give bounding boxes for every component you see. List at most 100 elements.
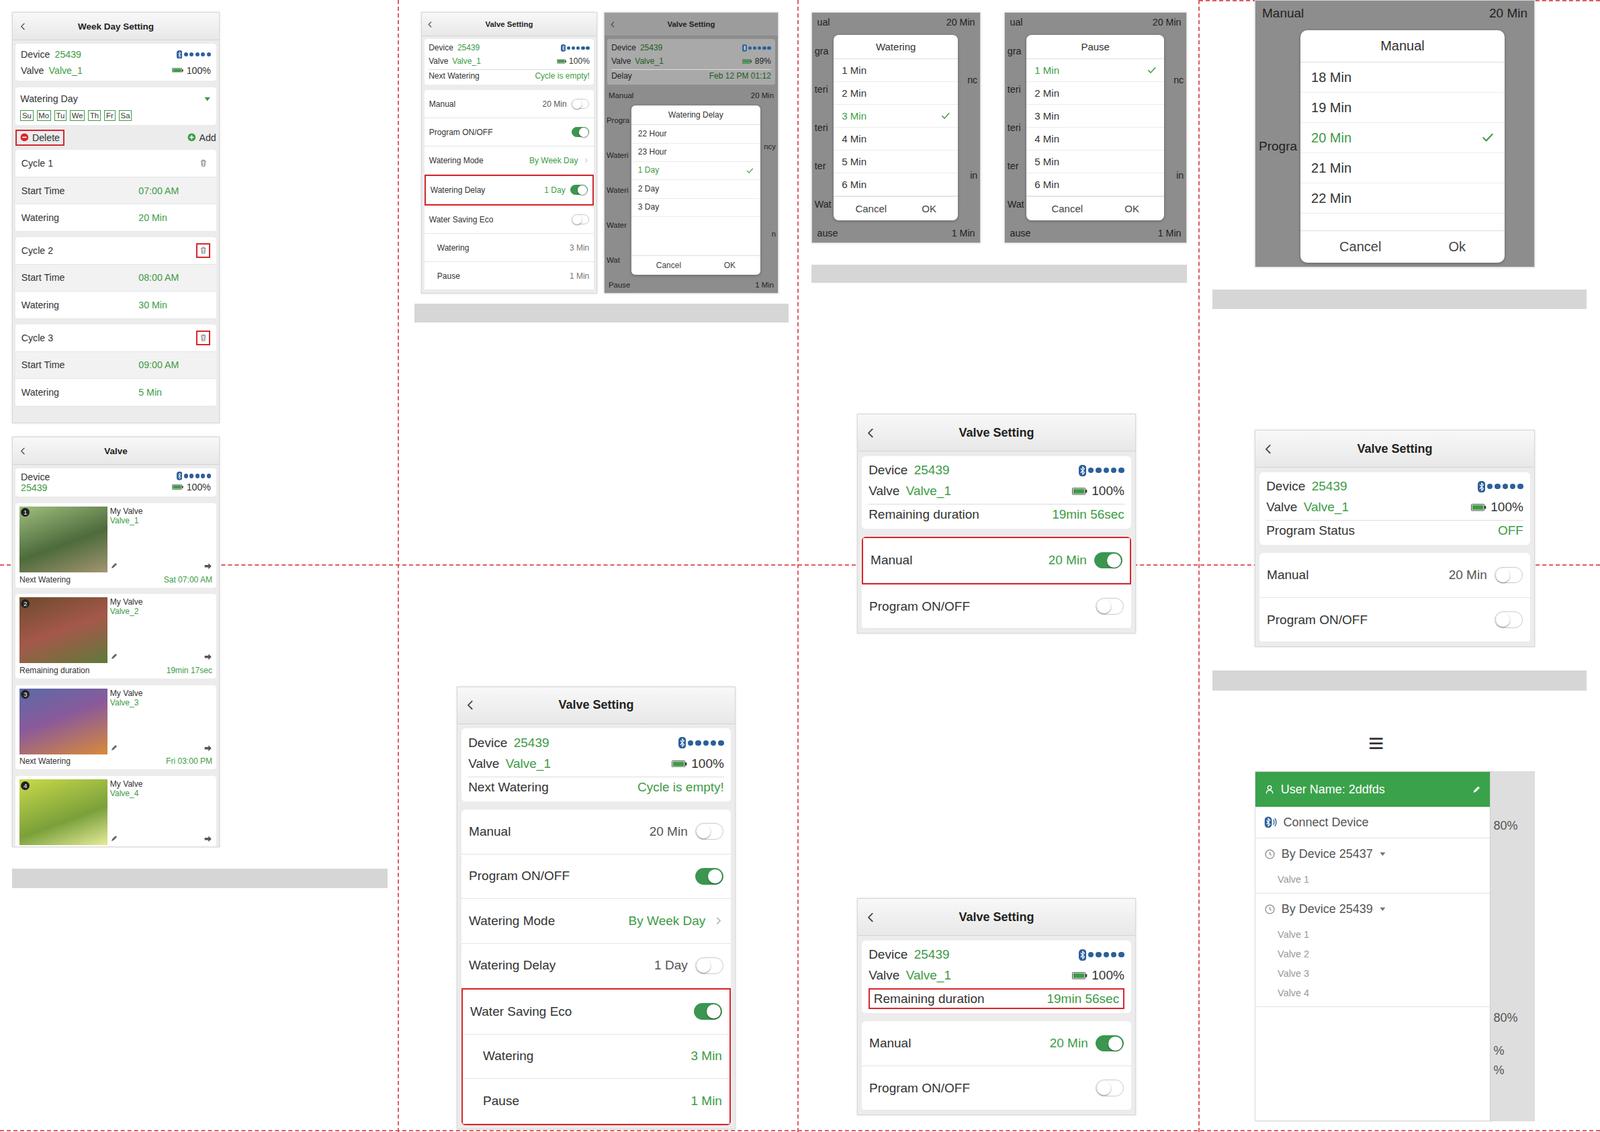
toggle-switch[interactable]: [1494, 566, 1523, 584]
day-button[interactable]: Tu: [54, 110, 67, 121]
valve-menu-item[interactable]: Valve 1: [1255, 924, 1490, 945]
toggle-switch[interactable]: [1095, 597, 1124, 615]
day-button[interactable]: We: [69, 110, 85, 121]
expand-icon[interactable]: [1379, 905, 1387, 913]
cycle-row[interactable]: Start Time08:00 AM: [15, 264, 217, 292]
back-icon[interactable]: [18, 446, 28, 456]
trash-button[interactable]: [196, 243, 211, 258]
picker-option[interactable]: 21 Min: [1300, 153, 1505, 184]
picker-option[interactable]: 22 Min: [1300, 183, 1505, 214]
toggle-switch[interactable]: [1095, 1035, 1124, 1052]
valve-menu-item[interactable]: Valve 1: [1255, 869, 1490, 890]
back-icon[interactable]: [1262, 443, 1275, 455]
toggle-switch[interactable]: [695, 867, 724, 885]
toggle-switch[interactable]: [571, 98, 590, 110]
picker-option[interactable]: 19 Min: [1300, 92, 1505, 123]
picker-option[interactable]: 5 Min: [1026, 150, 1165, 174]
picker-option[interactable]: 2 Min: [1026, 81, 1165, 105]
valve-menu-item[interactable]: Valve 3: [1255, 963, 1490, 984]
picker-option[interactable]: 23 Hour: [631, 143, 760, 162]
valve-card[interactable]: 1My ValveValve_1Next WateringSat 07:00 A…: [15, 503, 217, 588]
toggle-switch[interactable]: [695, 822, 724, 840]
valve-card[interactable]: 4My ValveValve_4: [15, 775, 217, 848]
popup-button[interactable]: OK: [1124, 202, 1140, 215]
setting-row[interactable]: Program ON/OFF: [1259, 597, 1531, 643]
dropdown-icon[interactable]: [203, 95, 211, 103]
picker-option[interactable]: 1 Day: [631, 161, 760, 181]
menu-icon[interactable]: ≡: [1368, 729, 1384, 757]
setting-row[interactable]: Manual20 Min: [861, 1020, 1132, 1066]
connect-device-item[interactable]: Connect Device: [1255, 806, 1490, 839]
picker-option[interactable]: 6 Min: [833, 173, 958, 197]
toggle-switch[interactable]: [1094, 552, 1123, 569]
cycle-row[interactable]: Watering30 Min: [15, 291, 217, 319]
toggle-switch[interactable]: [1095, 1079, 1124, 1097]
toggle-switch[interactable]: [571, 126, 590, 138]
day-button[interactable]: Mo: [36, 110, 52, 121]
picker-option[interactable]: 4 Min: [833, 127, 958, 151]
back-icon[interactable]: [464, 699, 477, 711]
cycle-row[interactable]: Watering20 Min: [15, 204, 217, 232]
picker-option[interactable]: 20 Min: [1300, 122, 1505, 154]
setting-row[interactable]: Manual20 Min: [461, 809, 732, 855]
day-button[interactable]: Fr: [104, 110, 116, 121]
setting-row[interactable]: Program ON/OFF: [461, 854, 732, 900]
toggle-switch[interactable]: [571, 214, 590, 226]
day-button[interactable]: Th: [87, 110, 101, 121]
valve-menu-item[interactable]: Valve 4: [1255, 983, 1490, 1003]
arrow-right-icon[interactable]: [203, 652, 213, 661]
popup-button[interactable]: Cancel: [855, 202, 887, 215]
picker-option[interactable]: 5 Min: [833, 150, 958, 174]
popup-button[interactable]: Cancel: [1339, 239, 1382, 255]
expand-icon[interactable]: [1379, 850, 1387, 858]
setting-row[interactable]: Manual20 Min: [1259, 552, 1531, 598]
picker-option[interactable]: 1 Min: [833, 59, 958, 82]
pencil-icon[interactable]: [110, 652, 119, 661]
picker-option[interactable]: 2 Min: [833, 81, 958, 105]
picker-option[interactable]: 3 Min: [833, 104, 958, 128]
picker-option[interactable]: 1 Min: [1026, 59, 1165, 82]
pencil-icon[interactable]: [110, 834, 119, 843]
delete-button[interactable]: Delete: [15, 129, 65, 146]
setting-row[interactable]: Water Saving Eco: [424, 205, 595, 234]
add-button[interactable]: Add: [187, 132, 216, 144]
picker-option[interactable]: 2 Day: [631, 180, 760, 199]
setting-row[interactable]: Watering ModeBy Week Day: [424, 146, 595, 175]
popup-button[interactable]: Cancel: [656, 260, 682, 271]
setting-row[interactable]: Program ON/OFF: [861, 584, 1132, 630]
picker-option[interactable]: 3 Day: [631, 198, 760, 217]
toggle-switch[interactable]: [570, 184, 588, 196]
picker-option[interactable]: 3 Min: [1026, 104, 1165, 128]
watering-day-header[interactable]: Watering Day: [20, 91, 211, 107]
device-group-header[interactable]: By Device 25437: [1255, 838, 1490, 870]
picker-option[interactable]: 6 Min: [1026, 173, 1165, 197]
cycle-row[interactable]: Start Time07:00 AM: [15, 177, 217, 205]
setting-row[interactable]: Watering Delay1 Day: [461, 943, 732, 989]
setting-row[interactable]: Watering ModeBy Week Day: [461, 898, 732, 944]
setting-row[interactable]: Program ON/OFF: [861, 1065, 1132, 1111]
setting-row[interactable]: Manual20 Min: [424, 90, 595, 119]
day-button[interactable]: Sa: [118, 110, 132, 121]
pencil-icon[interactable]: [110, 561, 119, 570]
trash-button[interactable]: [196, 330, 211, 346]
arrow-right-icon[interactable]: [203, 743, 213, 753]
back-icon[interactable]: [426, 20, 434, 29]
arrow-right-icon[interactable]: [203, 834, 213, 843]
arrow-right-icon[interactable]: [203, 561, 213, 571]
trash-button[interactable]: [196, 155, 211, 171]
chevron-right-icon[interactable]: [713, 915, 724, 926]
back-icon[interactable]: [865, 427, 877, 439]
cycle-row[interactable]: Start Time09:00 AM: [15, 351, 217, 379]
valve-card[interactable]: 2My ValveValve_2Remaining duration19min …: [15, 593, 217, 679]
back-icon[interactable]: [18, 22, 28, 31]
back-icon[interactable]: [865, 911, 877, 923]
toggle-switch[interactable]: [693, 1002, 723, 1020]
pencil-icon[interactable]: [110, 743, 119, 752]
setting-row[interactable]: Water Saving Eco: [462, 989, 731, 1035]
toggle-switch[interactable]: [1494, 611, 1523, 629]
popup-button[interactable]: Ok: [1448, 239, 1466, 255]
toggle-switch[interactable]: [695, 957, 724, 974]
valve-menu-item[interactable]: Valve 2: [1255, 944, 1490, 964]
setting-row[interactable]: Program ON/OFF: [424, 118, 595, 147]
picker-option[interactable]: 22 Hour: [631, 124, 760, 144]
